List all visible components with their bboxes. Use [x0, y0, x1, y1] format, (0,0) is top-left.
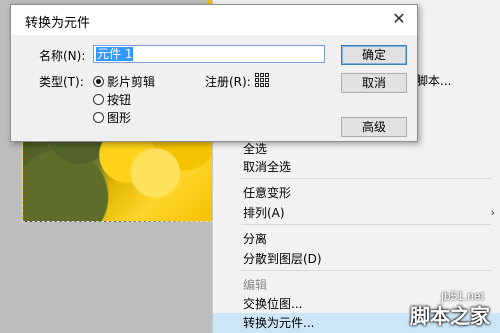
name-label: 名称(N):: [39, 49, 86, 63]
type-label: 类型(T):: [39, 75, 84, 89]
close-icon[interactable]: ✕: [387, 8, 411, 30]
radio-unselected-icon: [93, 112, 104, 123]
menu-item-script-partial[interactable]: 脚本...: [416, 72, 451, 89]
watermark-logo-text: 脚本之家: [410, 304, 490, 328]
symbol-name-input[interactable]: 元件 1: [93, 45, 325, 63]
menu-item-deselect-all[interactable]: 取消全选: [213, 156, 500, 178]
ok-button[interactable]: 确定: [341, 45, 407, 65]
menu-item-label: 分离: [243, 232, 268, 246]
menu-item-label: 分散到图层(D): [243, 252, 322, 266]
dialog-titlebar[interactable]: 转换为元件 ✕: [11, 5, 417, 35]
menu-item-distribute-to-layers[interactable]: 分散到图层(D): [213, 248, 500, 270]
menu-item-break-apart[interactable]: 分离: [213, 228, 500, 250]
advanced-button[interactable]: 高级: [341, 117, 407, 137]
menu-item-label: 任意变形: [243, 186, 292, 200]
menu-item-label: 交换位图...: [243, 297, 303, 311]
menu-item-label: 取消全选: [243, 160, 292, 174]
menu-separator: [241, 270, 491, 271]
menu-item-label: 全选: [243, 142, 268, 156]
dialog-body: 名称(N): 元件 1 类型(T): 影片剪辑 按钮 图形 注册(R): 确定 …: [11, 35, 417, 141]
cancel-button[interactable]: 取消: [341, 73, 407, 93]
submenu-arrow-icon: ›: [490, 206, 495, 219]
dialog-title: 转换为元件: [25, 16, 91, 31]
radio-label: 图形: [107, 111, 132, 125]
menu-item-label: 排列(A): [243, 206, 285, 220]
symbol-name-value: 元件 1: [96, 47, 134, 61]
menu-separator: [241, 224, 491, 225]
radio-button[interactable]: 按钮: [93, 91, 131, 108]
radio-selected-icon: [93, 76, 104, 87]
radio-label: 影片剪辑: [107, 75, 156, 89]
menu-item-label: 编辑: [243, 278, 268, 292]
registration-grid-icon[interactable]: [255, 73, 269, 87]
radio-label: 按钮: [107, 93, 132, 107]
registration-label: 注册(R):: [205, 75, 251, 89]
menu-item-arrange[interactable]: 排列(A) ›: [213, 202, 500, 224]
menu-separator: [241, 178, 491, 179]
menu-item-free-transform[interactable]: 任意变形: [213, 182, 500, 204]
radio-graphic[interactable]: 图形: [93, 109, 131, 126]
radio-unselected-icon: [93, 94, 104, 105]
convert-to-symbol-dialog: 转换为元件 ✕ 名称(N): 元件 1 类型(T): 影片剪辑 按钮 图形 注册…: [10, 4, 418, 142]
menu-item-label: 转换为元件...: [243, 316, 315, 330]
radio-movie-clip[interactable]: 影片剪辑: [93, 73, 155, 90]
